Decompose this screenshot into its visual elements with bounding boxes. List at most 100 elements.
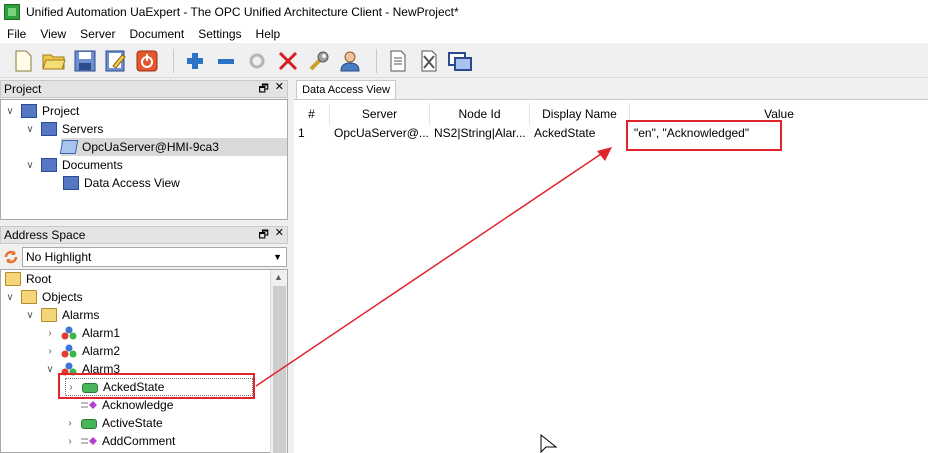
open-project-button[interactable] — [41, 48, 67, 74]
chevron-down-icon[interactable]: ∨ — [5, 292, 15, 303]
highlight-filter-value: No Highlight — [26, 250, 92, 264]
cell-node-id: NS2|String|Alar... — [434, 126, 526, 140]
chevron-down-icon[interactable]: ∨ — [5, 106, 15, 117]
chevron-down-icon[interactable]: ∨ — [25, 124, 35, 135]
project-panel-header: Project 🗗 ✕ — [0, 80, 288, 98]
tree-item-label: Documents — [62, 158, 123, 172]
add-document-button[interactable] — [385, 48, 411, 74]
tab-data-access-view[interactable]: Data Access View — [296, 80, 396, 99]
add-icon — [187, 52, 203, 69]
chevron-right-icon[interactable]: › — [65, 418, 75, 429]
tree-item-label: Project — [42, 104, 80, 118]
tree-item-servers[interactable]: ∨ Servers — [25, 120, 103, 138]
window-icon — [448, 51, 472, 71]
address-space-panel-title: Address Space — [4, 228, 86, 242]
tree-item-data-access-view[interactable]: Data Access View — [63, 174, 180, 192]
save-button[interactable] — [72, 48, 98, 74]
column-header-node-id[interactable]: Node Id — [430, 103, 530, 125]
chevron-right-icon[interactable]: › — [65, 436, 75, 447]
edit-button[interactable] — [103, 48, 129, 74]
column-header-index[interactable]: # — [294, 103, 330, 125]
tree-item-label: Data Access View — [84, 176, 180, 190]
disconnect-icon — [278, 51, 298, 70]
alarm-object-icon — [61, 326, 77, 340]
data-access-table: # Server Node Id Display Name Value 1 Op… — [294, 99, 928, 453]
menu-settings[interactable]: Settings — [191, 27, 248, 41]
new-project-button[interactable] — [10, 48, 36, 74]
folder-icon — [21, 290, 37, 304]
restore-icon[interactable]: 🗗 — [258, 226, 268, 245]
column-header-server[interactable]: Server — [330, 103, 430, 125]
project-icon — [21, 104, 37, 118]
chevron-down-icon[interactable]: ∨ — [25, 310, 35, 321]
edit-icon — [105, 50, 126, 71]
mouse-cursor-icon — [540, 434, 558, 453]
cell-server: OpcUaServer@... — [334, 126, 429, 140]
delete-document-icon — [421, 50, 437, 71]
tree-item-activestate[interactable]: › ActiveState — [65, 414, 163, 432]
close-icon[interactable]: ✕ — [275, 80, 284, 99]
alarm-object-icon — [61, 344, 77, 358]
tree-item-label: Servers — [62, 122, 104, 136]
settings-button[interactable] — [306, 48, 332, 74]
close-icon[interactable]: ✕ — [275, 226, 284, 245]
tree-item-alarm2[interactable]: › Alarm2 — [45, 342, 120, 360]
remove-server-button[interactable] — [213, 48, 239, 74]
tree-item-label: AddComment — [102, 434, 176, 448]
scroll-thumb[interactable] — [273, 286, 286, 453]
ackedstate-highlight-box — [58, 373, 255, 399]
tree-item-label: Objects — [42, 290, 83, 304]
tree-item-label: OpcUaServer@HMI-9ca3 — [82, 140, 219, 154]
tree-item-project[interactable]: ∨ Project — [5, 102, 79, 120]
address-space-scrollbar[interactable]: ▲ — [270, 270, 287, 453]
power-button[interactable] — [134, 48, 160, 74]
title-bar: Unified Automation UaExpert - The OPC Un… — [0, 0, 928, 24]
remove-document-button[interactable] — [416, 48, 442, 74]
chevron-down-icon[interactable]: ∨ — [25, 160, 35, 171]
tree-item-label: Alarm1 — [82, 326, 121, 340]
tree-item-documents[interactable]: ∨ Documents — [25, 156, 123, 174]
folder-icon — [5, 272, 21, 286]
cell-display-name: AckedState — [534, 126, 596, 140]
tree-item-server[interactable]: OpcUaServer@HMI-9ca3 — [59, 138, 287, 156]
documents-icon — [41, 158, 57, 172]
highlight-filter-select[interactable]: No Highlight ▼ — [22, 247, 287, 267]
user-icon — [340, 51, 360, 71]
chevron-right-icon[interactable]: › — [45, 328, 55, 339]
table-row[interactable]: 1 OpcUaServer@... NS2|String|Alar... Ack… — [294, 124, 928, 142]
menu-bar: File View Server Document Settings Help — [0, 24, 928, 43]
menu-help[interactable]: Help — [249, 27, 288, 41]
menu-server[interactable]: Server — [73, 27, 122, 41]
tree-item-addcomment[interactable]: › AddComment — [65, 432, 175, 450]
dropdown-arrow-icon: ▼ — [273, 252, 282, 262]
tree-item-objects[interactable]: ∨ Objects — [5, 288, 83, 306]
tree-item-alarm1[interactable]: › Alarm1 — [45, 324, 120, 342]
menu-view[interactable]: View — [33, 27, 73, 41]
connect-button[interactable] — [244, 48, 270, 74]
disconnect-button[interactable] — [275, 48, 301, 74]
tree-item-label: Alarms — [62, 308, 100, 322]
tree-item-alarms[interactable]: ∨ Alarms — [25, 306, 99, 324]
connect-icon — [249, 53, 265, 68]
tree-item-root[interactable]: Root — [5, 270, 51, 288]
tree-item-label: ActiveState — [102, 416, 163, 430]
toolbar-separator — [173, 48, 174, 73]
power-icon — [136, 50, 158, 71]
project-tree: ∨ Project ∨ Servers OpcUaServer@HMI-9ca3… — [0, 99, 288, 220]
server-icon — [59, 140, 79, 154]
scroll-up-icon[interactable]: ▲ — [274, 272, 283, 282]
toolbar — [0, 44, 928, 78]
column-header-display-name[interactable]: Display Name — [530, 103, 630, 125]
chevron-right-icon[interactable]: › — [45, 346, 55, 357]
restore-icon[interactable]: 🗗 — [258, 80, 268, 99]
chevron-down-icon[interactable]: ∨ — [45, 364, 55, 375]
menu-file[interactable]: File — [0, 27, 33, 41]
user-button[interactable] — [337, 48, 363, 74]
window-button[interactable] — [447, 48, 473, 74]
menu-document[interactable]: Document — [122, 27, 191, 41]
value-highlight-box — [626, 120, 782, 151]
add-server-button[interactable] — [182, 48, 208, 74]
variable-icon — [81, 419, 97, 429]
refresh-icon[interactable] — [3, 249, 19, 265]
wrench-icon — [309, 51, 329, 70]
